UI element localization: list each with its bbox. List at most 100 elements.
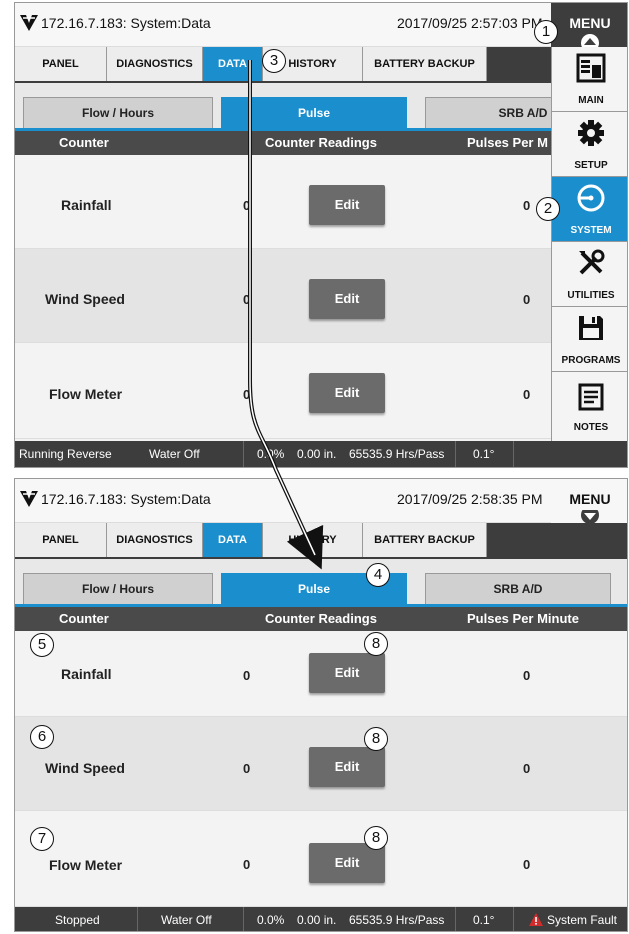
status-water: Water Off (149, 447, 200, 461)
callout-marker: 7 (30, 827, 54, 851)
subtab-flow-hours[interactable]: Flow / Hours (23, 573, 213, 605)
status-divider (513, 907, 514, 931)
col-pulses-per-minute: Pulses Per M (467, 135, 548, 150)
status-depth: 0.00 in. (297, 447, 337, 461)
system-icon (577, 184, 605, 212)
menu-button[interactable]: MENU (551, 479, 627, 524)
status-angle: 0.1° (473, 447, 495, 461)
status-state: Stopped (55, 913, 100, 927)
menu-label: MENU (569, 15, 611, 31)
window-title: 172.16.7.183: System:Data (41, 15, 211, 31)
table-row: Rainfall 0 Edit 0 (15, 631, 627, 717)
side-item-main[interactable]: MAIN (552, 47, 627, 112)
notes-icon (578, 383, 604, 411)
tab-diagnostics[interactable]: DIAGNOSTICS (107, 47, 203, 81)
floppy-disk-icon (579, 316, 603, 340)
edit-button[interactable]: Edit (309, 373, 385, 413)
subtab-flow-hours[interactable]: Flow / Hours (23, 97, 213, 129)
pulses-per-minute: 0 (523, 857, 531, 872)
tab-battery-backup[interactable]: BATTERY BACKUP (363, 47, 487, 81)
col-counter: Counter (59, 135, 109, 150)
tab-data[interactable]: DATA (203, 523, 263, 557)
edit-button[interactable]: Edit (309, 185, 385, 225)
date-time: 2017/09/25 2:57:03 PM (397, 15, 543, 31)
counter-name: Rainfall (61, 197, 112, 213)
pulses-per-minute: 0 (523, 387, 531, 402)
side-label-setup: SETUP (574, 160, 608, 171)
logo-icon (20, 15, 38, 31)
status-divider (455, 907, 456, 931)
subtab-pulse[interactable]: Pulse (221, 97, 407, 129)
callout-marker: 3 (262, 49, 286, 73)
counter-name: Flow Meter (49, 386, 123, 402)
tab-panel[interactable]: PANEL (15, 523, 107, 557)
logo-icon (20, 491, 38, 507)
col-counter-readings: Counter Readings (265, 135, 377, 150)
sub-tabs: Flow / Hours Pulse SRB A/D (15, 83, 627, 131)
gear-icon (578, 120, 604, 146)
window-title: 172.16.7.183: System:Data (41, 491, 211, 507)
callout-marker: 6 (30, 725, 54, 749)
status-percent: 0.0% (257, 913, 285, 927)
counter-reading: 0 (243, 387, 251, 402)
date-time: 2017/09/25 2:58:35 PM (397, 491, 543, 507)
main-icon (576, 53, 606, 83)
counter-name: Wind Speed (45, 291, 125, 307)
tab-history[interactable]: HISTORY (263, 523, 363, 557)
tab-battery-backup[interactable]: BATTERY BACKUP (363, 523, 487, 557)
tab-panel[interactable]: PANEL (15, 47, 107, 81)
side-item-system[interactable]: SYSTEM (552, 177, 627, 242)
tab-diagnostics[interactable]: DIAGNOSTICS (107, 523, 203, 557)
side-item-programs[interactable]: PROGRAMS (552, 307, 627, 372)
side-label-main: MAIN (578, 95, 604, 106)
side-menu: MAIN SETUP SYSTEM UTILITIES PROGRAMS NOT… (551, 47, 627, 441)
column-headers: Counter Counter Readings Pulses Per M (15, 131, 627, 155)
subtab-srb-ad[interactable]: SRB A/D (425, 573, 611, 605)
tools-icon (579, 249, 605, 275)
status-bar: Running Reverse Water Off 0.0% 0.00 in. … (15, 441, 627, 467)
status-bar: Stopped Water Off 0.0% 0.00 in. 65535.9 … (15, 907, 627, 931)
status-divider (243, 907, 244, 931)
screen-before: 172.16.7.183: System:Data 2017/09/25 2:5… (14, 2, 628, 468)
status-divider (455, 441, 456, 467)
status-fault[interactable]: System Fault (547, 913, 617, 927)
sub-tabs: Flow / Hours Pulse SRB A/D (15, 559, 627, 607)
counter-reading: 0 (243, 198, 251, 213)
table-row: Wind Speed 0 Edit 0 (15, 249, 627, 343)
edit-button[interactable]: Edit (309, 653, 385, 693)
side-label-utilities: UTILITIES (567, 290, 615, 301)
status-water: Water Off (161, 913, 212, 927)
counter-name: Flow Meter (49, 857, 123, 873)
status-hours: 65535.9 Hrs/Pass (349, 913, 445, 927)
edit-button[interactable]: Edit (309, 747, 385, 787)
tab-data[interactable]: DATA (203, 47, 263, 81)
col-pulses-per-minute: Pulses Per Minute (467, 611, 579, 626)
callout-marker: 2 (536, 197, 560, 221)
table-row: Wind Speed 0 Edit 0 (15, 717, 627, 811)
screen-after: 172.16.7.183: System:Data 2017/09/25 2:5… (14, 478, 628, 932)
counter-reading: 0 (243, 292, 251, 307)
counter-reading: 0 (243, 761, 251, 776)
menu-up-arrow-icon (581, 34, 599, 48)
side-item-notes[interactable]: NOTES (552, 372, 627, 441)
side-item-utilities[interactable]: UTILITIES (552, 242, 627, 307)
callout-marker: 1 (534, 20, 558, 44)
status-hours: 65535.9 Hrs/Pass (349, 447, 445, 461)
column-headers: Counter Counter Readings Pulses Per Minu… (15, 607, 627, 631)
pulses-per-minute: 0 (523, 198, 531, 213)
menu-button[interactable]: MENU (551, 3, 627, 48)
status-angle: 0.1° (473, 913, 495, 927)
counter-name: Wind Speed (45, 760, 125, 776)
col-counter: Counter (59, 611, 109, 626)
side-label-notes: NOTES (573, 422, 609, 433)
callout-marker: 8 (364, 632, 388, 656)
table-row: Rainfall 0 Edit 0 (15, 155, 627, 249)
pulses-per-minute: 0 (523, 761, 531, 776)
pulses-per-minute: 0 (523, 668, 531, 683)
table-row: Flow Meter 0 Edit 0 (15, 343, 627, 439)
status-depth: 0.00 in. (297, 913, 337, 927)
edit-button[interactable]: Edit (309, 279, 385, 319)
callout-marker: 5 (30, 633, 54, 657)
side-item-setup[interactable]: SETUP (552, 112, 627, 177)
menu-down-arrow-icon (581, 510, 599, 524)
